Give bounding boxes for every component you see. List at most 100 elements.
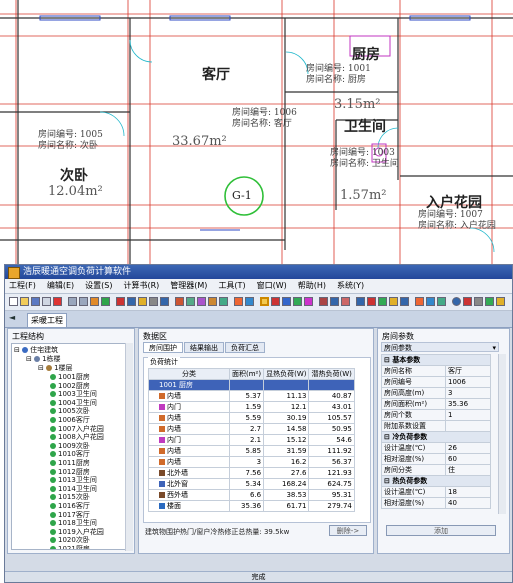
col-sensible[interactable]: 显热负荷(W) bbox=[263, 368, 310, 380]
grid-tool-icon[interactable] bbox=[319, 297, 328, 306]
paste-icon[interactable] bbox=[79, 297, 88, 306]
prop-row[interactable]: 设计温度(℃) 18 bbox=[381, 486, 491, 498]
row-category-cell[interactable]: 内门 bbox=[148, 434, 230, 446]
load-table[interactable]: 分类 面积(m²) 显热负荷(W) 潜热负荷(W) 1001 厨房 内墙 5.37 1… bbox=[148, 368, 355, 512]
window-icon[interactable] bbox=[197, 297, 206, 306]
tree-room-item[interactable]: 1005次卧 bbox=[50, 407, 90, 415]
row-latent-cell[interactable]: 624.75 bbox=[308, 478, 355, 490]
prop-value[interactable] bbox=[445, 420, 491, 432]
cut-icon[interactable] bbox=[42, 297, 51, 306]
tree-room-item[interactable]: 1019入户花园 bbox=[50, 528, 104, 536]
tree-room-item[interactable]: 1008入户花园 bbox=[50, 433, 104, 441]
row-category-cell[interactable]: 北外墙 bbox=[148, 467, 230, 479]
prop-value[interactable]: 35.36 bbox=[445, 398, 491, 410]
col-area[interactable]: 面积(m²) bbox=[228, 368, 265, 380]
menu-manager[interactable]: 管理器(M) bbox=[170, 279, 207, 293]
row-sensible-cell[interactable]: 27.6 bbox=[263, 467, 310, 479]
tree-room-item[interactable]: 1018卫生间 bbox=[50, 519, 97, 527]
prop-value[interactable]: 1006 bbox=[445, 376, 491, 388]
row-category-cell[interactable]: 北外窗 bbox=[148, 478, 230, 490]
copy-icon[interactable] bbox=[68, 297, 77, 306]
room-params-dropdown[interactable]: 房间参数 ▾ bbox=[381, 342, 499, 352]
room-icon[interactable] bbox=[175, 297, 184, 306]
menu-report[interactable]: 计算书(R) bbox=[123, 279, 159, 293]
row-sensible-cell[interactable]: 16.2 bbox=[263, 456, 310, 468]
menu-edit[interactable]: 编辑(E) bbox=[47, 279, 74, 293]
row-latent-cell[interactable]: 40.87 bbox=[308, 390, 355, 402]
menu-window[interactable]: 窗口(W) bbox=[257, 279, 287, 293]
row-sensible-cell[interactable]: 11.13 bbox=[263, 390, 310, 402]
prop-value[interactable]: 客厅 bbox=[445, 365, 491, 377]
heat-icon[interactable] bbox=[234, 297, 243, 306]
row-area-cell[interactable]: 5.85 bbox=[228, 445, 265, 457]
prop-row[interactable]: 相对湿度(%) 60 bbox=[381, 453, 491, 465]
row-latent-cell[interactable]: 54.6 bbox=[308, 434, 355, 446]
row-latent-cell[interactable] bbox=[308, 379, 355, 391]
row-sensible-cell[interactable]: 30.19 bbox=[263, 412, 310, 424]
table-icon[interactable] bbox=[160, 297, 169, 306]
tab-scroll-left-icon[interactable]: ◄ bbox=[9, 313, 15, 322]
cool-icon[interactable] bbox=[245, 297, 254, 306]
row-area-cell[interactable]: 2.7 bbox=[228, 423, 265, 435]
prop-value[interactable]: 60 bbox=[445, 453, 491, 465]
preview-tool-icon[interactable] bbox=[437, 297, 446, 306]
subtab-result-output[interactable]: 结果输出 bbox=[184, 342, 224, 353]
tree-room-item[interactable]: 1009次卧 bbox=[50, 442, 90, 450]
tree-floor[interactable]: ⊟ 1楼层 bbox=[38, 364, 73, 372]
tree-room-item[interactable]: 1004卫生间 bbox=[50, 399, 97, 407]
layer-tool-icon[interactable] bbox=[330, 297, 339, 306]
load-table-row[interactable]: 内墙 5.85 31.59 111.92 bbox=[148, 445, 355, 457]
row-latent-cell[interactable]: 105.57 bbox=[308, 412, 355, 424]
load-table-row[interactable]: 内门 1.59 12.1 43.01 bbox=[148, 401, 355, 413]
tree-root[interactable]: ⊟ 住宅建筑 bbox=[14, 346, 58, 354]
save-icon[interactable] bbox=[31, 297, 40, 306]
load-table-row[interactable]: 内门 2.1 15.12 54.6 bbox=[148, 434, 355, 446]
project-tree[interactable]: ⊟ 住宅建筑 ⊟ 1栋楼 ⊟ 1楼层 1001厨房 1002厨房 1003卫生间 10… bbox=[11, 343, 131, 550]
props-scrollbar[interactable] bbox=[498, 354, 506, 514]
row-latent-cell[interactable]: 50.95 bbox=[308, 423, 355, 435]
load-table-row[interactable]: 北外窗 5.34 168.24 624.75 bbox=[148, 478, 355, 490]
menu-project[interactable]: 工程(F) bbox=[9, 279, 36, 293]
tree-room-item[interactable]: 1017客厅 bbox=[50, 511, 90, 519]
prop-value[interactable]: 3 bbox=[445, 387, 491, 399]
update-icon[interactable] bbox=[485, 297, 494, 306]
row-sensible-cell[interactable]: 14.58 bbox=[263, 423, 310, 435]
row-sensible-cell[interactable]: 15.12 bbox=[263, 434, 310, 446]
row-category-cell[interactable]: 内墙 bbox=[148, 445, 230, 457]
row-category-cell[interactable]: 内墙 bbox=[148, 456, 230, 468]
row-sensible-cell[interactable] bbox=[263, 379, 310, 391]
load-table-row[interactable]: 西外墙 6.6 38.53 95.31 bbox=[148, 489, 355, 501]
prop-value[interactable]: 住 bbox=[445, 464, 491, 476]
prop-row[interactable]: 相对湿度(%) 40 bbox=[381, 497, 491, 509]
row-sensible-cell[interactable]: 168.24 bbox=[263, 478, 310, 490]
blue-tool-icon[interactable] bbox=[282, 297, 291, 306]
row-area-cell[interactable]: 5.37 bbox=[228, 390, 265, 402]
prop-value[interactable]: 26 bbox=[445, 442, 491, 454]
tree-room-item[interactable]: 1001厨房 bbox=[50, 373, 90, 381]
delete-button[interactable]: 删除-> bbox=[329, 525, 367, 536]
tree-room-item[interactable]: 1007入户花园 bbox=[50, 425, 104, 433]
print-tool-icon[interactable] bbox=[426, 297, 435, 306]
tree-room-item[interactable]: 1006客厅 bbox=[50, 416, 90, 424]
new-file-icon[interactable] bbox=[9, 297, 18, 306]
prop-row[interactable]: 房间名称 客厅 bbox=[381, 365, 491, 377]
report-icon[interactable] bbox=[127, 297, 136, 306]
highlight-tool-icon[interactable] bbox=[260, 297, 269, 306]
prop-row[interactable]: 房间高度(m) 3 bbox=[381, 387, 491, 399]
layer2-tool-icon[interactable] bbox=[341, 297, 350, 306]
prop-row[interactable]: 房间编号 1006 bbox=[381, 376, 491, 388]
row-sensible-cell[interactable]: 61.71 bbox=[263, 500, 310, 512]
load-table-row[interactable]: 内墙 5.37 11.13 40.87 bbox=[148, 390, 355, 402]
prop-value[interactable]: 18 bbox=[445, 486, 491, 498]
magenta-tool-icon[interactable] bbox=[304, 297, 313, 306]
import-icon[interactable] bbox=[90, 297, 99, 306]
prop-row[interactable]: 设计温度(℃) 26 bbox=[381, 442, 491, 454]
prop-row[interactable]: 房间分类住 bbox=[381, 464, 491, 476]
row-category-cell[interactable]: 内墙 bbox=[148, 412, 230, 424]
open-folder-icon[interactable] bbox=[20, 297, 29, 306]
run-tool-icon[interactable] bbox=[415, 297, 424, 306]
row-category-cell[interactable]: 内墙 bbox=[148, 390, 230, 402]
tab-heating-project[interactable]: 采暖工程 bbox=[27, 313, 67, 327]
menu-help[interactable]: 帮助(H) bbox=[298, 279, 326, 293]
stop-tool-icon[interactable] bbox=[367, 297, 376, 306]
